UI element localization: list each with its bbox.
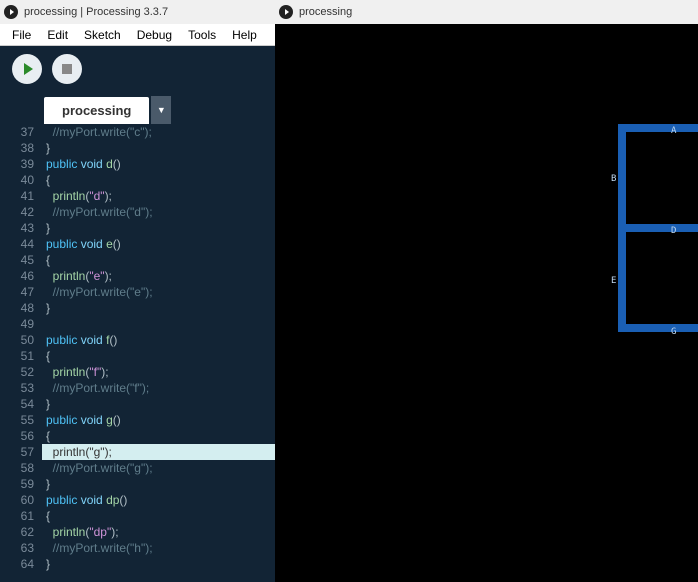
line-number: 44 [0,236,34,252]
output-title: processing [299,6,352,18]
seg-e [618,228,626,332]
line-number: 41 [0,188,34,204]
menu-debug[interactable]: Debug [129,26,180,44]
code-line[interactable]: println("g"); [42,444,275,460]
code-line[interactable]: } [46,556,275,572]
code-line[interactable]: println("f"); [46,364,275,380]
code-line[interactable]: } [46,300,275,316]
line-number: 40 [0,172,34,188]
menu-help[interactable]: Help [224,26,265,44]
play-icon [24,63,33,75]
code-line[interactable]: //myPort.write("e"); [46,284,275,300]
output-titlebar: processing [275,0,698,24]
run-button[interactable] [12,54,42,84]
code-line[interactable]: public void d() [46,156,275,172]
label-g: G [671,327,676,337]
window-title: processing | Processing 3.3.7 [24,6,168,18]
code-line[interactable]: println("dp"); [46,524,275,540]
stop-button[interactable] [52,54,82,84]
line-number: 61 [0,508,34,524]
line-number: 52 [0,364,34,380]
line-number: 53 [0,380,34,396]
window-titlebar: processing | Processing 3.3.7 [0,0,275,24]
tab-row: processing [0,92,275,124]
line-number: 38 [0,140,34,156]
line-number: 54 [0,396,34,412]
line-number: 49 [0,316,34,332]
line-number: 58 [0,460,34,476]
code-line[interactable]: public void dp() [46,492,275,508]
code-line[interactable]: { [46,428,275,444]
app-icon [4,5,18,19]
line-number: 64 [0,556,34,572]
code-line[interactable] [46,316,275,332]
seg-g [618,324,698,332]
label-d: D [671,226,676,236]
code-line[interactable]: println("d"); [46,188,275,204]
toolbar [0,46,275,92]
code-line[interactable]: //myPort.write("f"); [46,380,275,396]
line-number: 60 [0,492,34,508]
menu-edit[interactable]: Edit [39,26,76,44]
line-number: 55 [0,412,34,428]
editor-pane: processing | Processing 3.3.7 File Edit … [0,0,275,582]
menu-file[interactable]: File [4,26,39,44]
line-number: 59 [0,476,34,492]
seg-a [618,124,698,132]
tab-dropdown[interactable] [151,96,171,124]
menu-tools[interactable]: Tools [180,26,224,44]
code-line[interactable]: //myPort.write("c"); [46,124,275,140]
code-line[interactable]: } [46,220,275,236]
output-pane: processing A B D E G [275,0,698,582]
code-line[interactable]: println("e"); [46,268,275,284]
line-number: 42 [0,204,34,220]
code-editor[interactable]: 3738394041424344454647484950515253545556… [0,124,275,582]
code-line[interactable]: { [46,252,275,268]
line-number: 43 [0,220,34,236]
line-number: 50 [0,332,34,348]
seg-b [618,124,626,228]
code-line[interactable]: public void g() [46,412,275,428]
line-number: 56 [0,428,34,444]
line-number: 46 [0,268,34,284]
code-line[interactable]: //myPort.write("d"); [46,204,275,220]
label-b: B [611,174,616,184]
code-line[interactable]: //myPort.write("h"); [46,540,275,556]
line-number: 39 [0,156,34,172]
code-line[interactable]: //myPort.write("g"); [46,460,275,476]
code-line[interactable]: { [46,348,275,364]
line-number: 48 [0,300,34,316]
code-line[interactable]: { [46,508,275,524]
line-number: 63 [0,540,34,556]
stop-icon [62,64,72,74]
line-number: 51 [0,348,34,364]
seg-d [618,224,698,232]
tab-sketch[interactable]: processing [44,97,149,124]
code-line[interactable]: { [46,172,275,188]
sketch-canvas: A B D E G [275,24,698,582]
label-e: E [611,276,616,286]
line-number: 57 [0,444,34,460]
menubar: File Edit Sketch Debug Tools Help [0,24,275,46]
line-number: 62 [0,524,34,540]
code-line[interactable]: } [46,140,275,156]
line-number: 37 [0,124,34,140]
code-line[interactable]: public void f() [46,332,275,348]
label-a: A [671,126,676,136]
code-line[interactable]: } [46,476,275,492]
line-gutter: 3738394041424344454647484950515253545556… [0,124,42,582]
line-number: 45 [0,252,34,268]
line-number: 47 [0,284,34,300]
code-line[interactable]: } [46,396,275,412]
menu-sketch[interactable]: Sketch [76,26,129,44]
code-line[interactable]: public void e() [46,236,275,252]
app-icon [279,5,293,19]
code-content[interactable]: //myPort.write("c");}public void d(){ pr… [42,124,275,582]
